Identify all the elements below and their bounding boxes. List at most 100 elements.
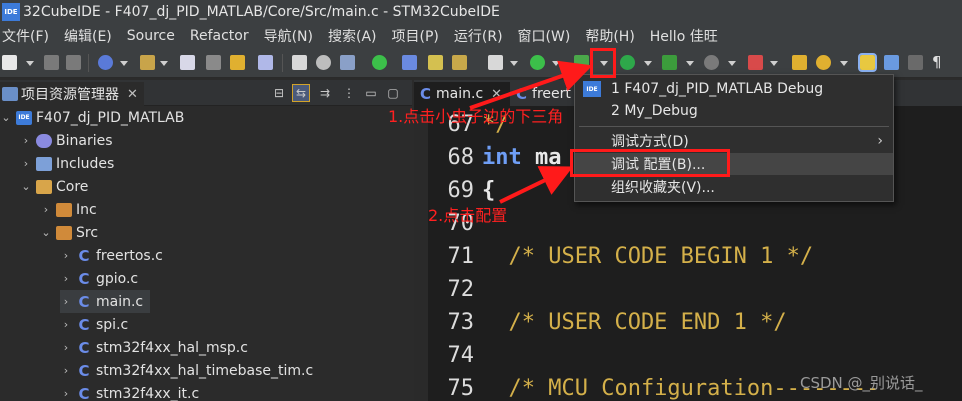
tree-item-label: stm32f4xx_hal_timebase_tim.c	[96, 362, 314, 379]
chevron-right-icon[interactable]: ›	[60, 318, 72, 331]
chevron-down-icon[interactable]	[840, 61, 848, 66]
chevron-down-icon[interactable]	[728, 61, 736, 66]
tree-item-label: freertos.c	[96, 247, 163, 264]
chevron-down-icon[interactable]	[770, 61, 778, 66]
task-icon[interactable]	[488, 55, 503, 70]
chevron-down-icon[interactable]	[120, 61, 128, 66]
tree-item-file[interactable]: › C spi.c	[60, 313, 412, 336]
save-icon[interactable]	[44, 55, 59, 70]
pilcrow-icon[interactable]: ¶	[932, 55, 947, 70]
filter-icon[interactable]: ⇉	[316, 84, 334, 102]
menu-edit[interactable]: 编辑(E)	[62, 26, 125, 46]
menu-window[interactable]: 窗口(W)	[516, 26, 584, 46]
code-line[interactable]: 72	[434, 273, 482, 305]
tree-item-file[interactable]: › C freertos.c	[60, 244, 412, 267]
minimize-icon[interactable]: ▭	[362, 84, 380, 102]
maximize-icon[interactable]: ▢	[384, 84, 402, 102]
redo-icon[interactable]	[230, 55, 245, 70]
chevron-down-icon[interactable]	[552, 61, 560, 66]
code-line[interactable]: 74	[434, 339, 482, 371]
highlight-icon[interactable]	[858, 53, 877, 72]
view-menu-icon[interactable]: ⋮	[340, 84, 358, 102]
folder-open-icon[interactable]	[792, 55, 807, 70]
line-number: 71	[447, 243, 475, 269]
code-line[interactable]: 71 /* USER CODE BEGIN 1 */	[434, 240, 814, 272]
close-icon[interactable]: ✕	[127, 87, 138, 102]
undo-icon[interactable]	[206, 55, 221, 70]
debug-bug-icon[interactable]	[574, 55, 589, 70]
play-icon[interactable]	[620, 55, 635, 70]
chevron-down-icon[interactable]: ⌄	[40, 226, 52, 239]
new-folder-icon[interactable]	[452, 55, 467, 70]
menu-navigate[interactable]: 导航(N)	[262, 26, 326, 46]
menu-run[interactable]: 运行(R)	[452, 26, 516, 46]
chevron-right-icon[interactable]: ›	[60, 387, 72, 400]
menu-refactor[interactable]: Refactor	[188, 28, 262, 44]
tree-item-file[interactable]: › C gpio.c	[60, 267, 412, 290]
tree-item-src[interactable]: ⌄ Src	[40, 221, 412, 244]
chevron-right-icon[interactable]: ›	[60, 341, 72, 354]
hammer-icon[interactable]	[140, 55, 155, 70]
chevron-down-icon[interactable]	[160, 61, 168, 66]
c-file-icon: C	[78, 292, 90, 311]
tree-item-file[interactable]: › C stm32f4xx_hal_msp.c	[60, 336, 412, 359]
collapse-all-icon[interactable]: ⊟	[270, 84, 288, 102]
tab-label: freert	[532, 86, 571, 102]
code-line[interactable]: 73 /* USER CODE END 1 */	[434, 306, 787, 338]
run-icon[interactable]	[402, 55, 417, 70]
chevron-right-icon[interactable]: ›	[40, 203, 52, 216]
new-icon[interactable]	[2, 55, 17, 70]
menu-item-f407-debug[interactable]: IDE 1 F407_dj_PID_MATLAB Debug	[575, 78, 893, 100]
search-icon[interactable]	[258, 55, 273, 70]
chevron-down-icon[interactable]	[644, 61, 652, 66]
chevron-down-icon[interactable]: ⌄	[20, 180, 32, 193]
code-text: ma	[521, 144, 562, 170]
code-line[interactable]: 68 int ma	[434, 141, 562, 173]
run-config-icon[interactable]	[662, 55, 677, 70]
tree-item-project[interactable]: ⌄ IDE F407_dj_PID_MATLAB	[0, 106, 412, 129]
tree-item-core[interactable]: ⌄ Core	[20, 175, 412, 198]
menu-user[interactable]: Hello 佳旺	[648, 26, 731, 46]
chevron-down-icon[interactable]	[26, 61, 34, 66]
menu-search[interactable]: 搜索(A)	[326, 26, 390, 46]
tree-item-binaries[interactable]: › Binaries	[20, 129, 412, 152]
chevron-right-icon[interactable]: ›	[60, 295, 72, 308]
tree-item-inc[interactable]: › Inc	[40, 198, 412, 221]
refresh-icon[interactable]	[292, 55, 307, 70]
power-icon[interactable]	[372, 55, 387, 70]
menu-file[interactable]: 文件(F)	[0, 26, 62, 46]
chevron-right-icon[interactable]: ›	[20, 157, 32, 170]
tree-item-file[interactable]: › C stm32f4xx_it.c	[60, 382, 412, 401]
tree-item-main-c[interactable]: › C main.c	[60, 290, 150, 313]
chevron-down-icon[interactable]: ⌄	[0, 111, 12, 124]
save-all-icon[interactable]	[66, 55, 81, 70]
menu-item-my-debug[interactable]: 2 My_Debug	[575, 100, 893, 122]
stop-icon[interactable]	[704, 55, 719, 70]
chevron-right-icon[interactable]: ›	[20, 134, 32, 147]
tree-item-label: Core	[56, 178, 89, 195]
chevron-down-icon[interactable]	[510, 61, 518, 66]
gear-icon[interactable]	[316, 55, 331, 70]
block-icon[interactable]	[908, 55, 923, 70]
new-class-icon[interactable]	[428, 55, 443, 70]
chip-icon[interactable]	[340, 55, 355, 70]
close-icon[interactable]: ✕	[491, 87, 502, 102]
marker-icon[interactable]	[748, 55, 763, 70]
menu-project[interactable]: 项目(P)	[390, 26, 452, 46]
chevron-down-icon[interactable]	[686, 61, 694, 66]
wrap-icon[interactable]	[884, 55, 899, 70]
menu-source[interactable]: Source	[125, 28, 188, 44]
link-editor-icon[interactable]: ⇆	[292, 84, 310, 102]
build-icon[interactable]	[98, 55, 113, 70]
file-icon[interactable]	[180, 55, 195, 70]
chevron-right-icon[interactable]: ›	[60, 249, 72, 262]
chevron-right-icon[interactable]: ›	[60, 272, 72, 285]
menu-item-organize-favorites[interactable]: 组织收藏夹(V)...	[575, 176, 893, 198]
menu-help[interactable]: 帮助(H)	[583, 26, 647, 46]
tree-item-includes[interactable]: › Includes	[20, 152, 412, 175]
debug-run-icon[interactable]	[530, 55, 545, 70]
search-icon[interactable]	[816, 55, 831, 70]
chevron-right-icon[interactable]: ›	[60, 364, 72, 377]
tab-project-explorer[interactable]: 项目资源管理器 ✕	[0, 82, 144, 106]
tree-item-file[interactable]: › C stm32f4xx_hal_timebase_tim.c	[60, 359, 412, 382]
